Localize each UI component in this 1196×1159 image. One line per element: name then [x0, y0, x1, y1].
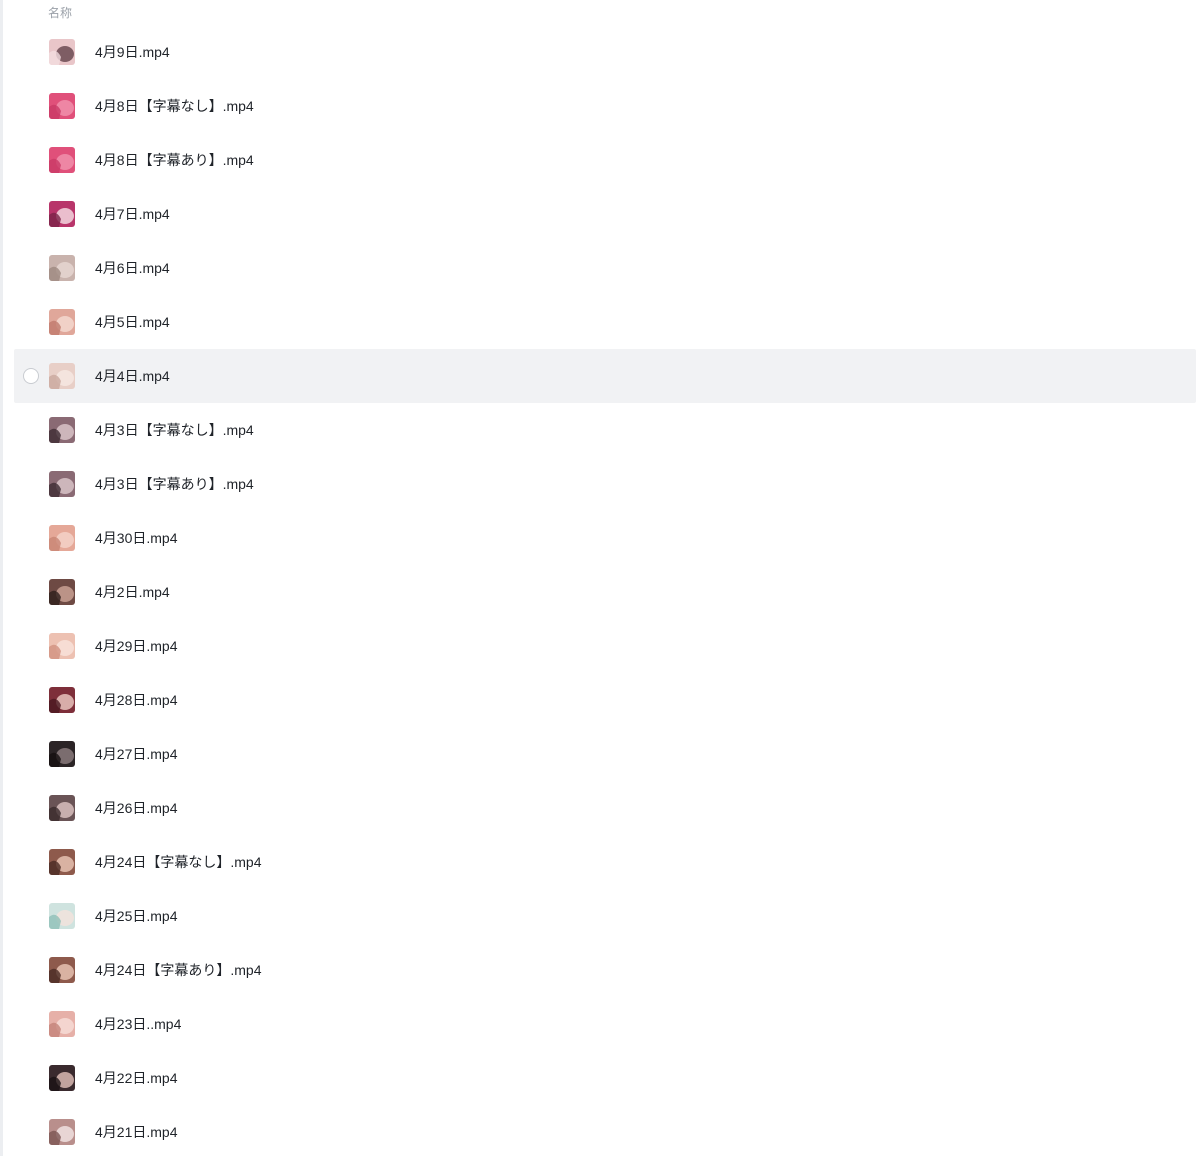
- file-row[interactable]: 4月3日【字幕なし】.mp4: [14, 403, 1196, 457]
- file-name[interactable]: 4月25日.mp4: [95, 907, 177, 925]
- file-row[interactable]: 4月30日.mp4: [14, 511, 1196, 565]
- file-name[interactable]: 4月21日.mp4: [95, 1123, 177, 1141]
- file-name[interactable]: 4月8日【字幕あり】.mp4: [95, 151, 254, 169]
- file-row[interactable]: 4月23日..mp4: [14, 997, 1196, 1051]
- video-thumbnail[interactable]: [49, 417, 75, 443]
- video-thumbnail[interactable]: [49, 795, 75, 821]
- file-row[interactable]: 4月5日.mp4: [14, 295, 1196, 349]
- file-name[interactable]: 4月2日.mp4: [95, 583, 170, 601]
- file-row[interactable]: 4月9日.mp4: [14, 25, 1196, 79]
- file-name[interactable]: 4月23日..mp4: [95, 1015, 181, 1033]
- video-thumbnail[interactable]: [49, 579, 75, 605]
- file-name[interactable]: 4月4日.mp4: [95, 367, 170, 385]
- file-name[interactable]: 4月28日.mp4: [95, 691, 177, 709]
- row-select-checkbox[interactable]: [23, 368, 39, 384]
- file-row[interactable]: 4月4日.mp4: [14, 349, 1196, 403]
- file-row[interactable]: 4月21日.mp4: [14, 1105, 1196, 1159]
- video-thumbnail[interactable]: [49, 1065, 75, 1091]
- video-thumbnail[interactable]: [49, 741, 75, 767]
- file-row[interactable]: 4月24日【字幕なし】.mp4: [14, 835, 1196, 889]
- file-name[interactable]: 4月24日【字幕あり】.mp4: [95, 961, 261, 979]
- file-name[interactable]: 4月30日.mp4: [95, 529, 177, 547]
- sidebar-divider: [0, 0, 3, 1156]
- file-row[interactable]: 4月7日.mp4: [14, 187, 1196, 241]
- file-row[interactable]: 4月8日【字幕なし】.mp4: [14, 79, 1196, 133]
- file-name[interactable]: 4月3日【字幕なし】.mp4: [95, 421, 254, 439]
- file-row[interactable]: 4月24日【字幕あり】.mp4: [14, 943, 1196, 997]
- video-thumbnail[interactable]: [49, 147, 75, 173]
- file-name[interactable]: 4月27日.mp4: [95, 745, 177, 763]
- video-thumbnail[interactable]: [49, 309, 75, 335]
- video-thumbnail[interactable]: [49, 1119, 75, 1145]
- video-thumbnail[interactable]: [49, 957, 75, 983]
- video-thumbnail[interactable]: [49, 363, 75, 389]
- video-thumbnail[interactable]: [49, 903, 75, 929]
- name-column-header[interactable]: 名称: [48, 4, 72, 22]
- file-name[interactable]: 4月6日.mp4: [95, 259, 170, 277]
- file-name[interactable]: 4月5日.mp4: [95, 313, 170, 331]
- file-name[interactable]: 4月26日.mp4: [95, 799, 177, 817]
- file-name[interactable]: 4月22日.mp4: [95, 1069, 177, 1087]
- file-name[interactable]: 4月3日【字幕あり】.mp4: [95, 475, 254, 493]
- video-thumbnail[interactable]: [49, 1011, 75, 1037]
- file-row[interactable]: 4月29日.mp4: [14, 619, 1196, 673]
- video-thumbnail[interactable]: [49, 849, 75, 875]
- video-thumbnail[interactable]: [49, 39, 75, 65]
- video-thumbnail[interactable]: [49, 687, 75, 713]
- file-list: 4月9日.mp4 4月8日【字幕なし】.mp4 4月8日【字幕あり】.mp4 4月7日…: [14, 25, 1196, 1159]
- video-thumbnail[interactable]: [49, 255, 75, 281]
- file-name[interactable]: 4月9日.mp4: [95, 43, 170, 61]
- file-name[interactable]: 4月24日【字幕なし】.mp4: [95, 853, 261, 871]
- file-row[interactable]: 4月8日【字幕あり】.mp4: [14, 133, 1196, 187]
- video-thumbnail[interactable]: [49, 633, 75, 659]
- video-thumbnail[interactable]: [49, 201, 75, 227]
- video-thumbnail[interactable]: [49, 93, 75, 119]
- file-row[interactable]: 4月6日.mp4: [14, 241, 1196, 295]
- file-row[interactable]: 4月3日【字幕あり】.mp4: [14, 457, 1196, 511]
- file-row[interactable]: 4月22日.mp4: [14, 1051, 1196, 1105]
- file-name[interactable]: 4月8日【字幕なし】.mp4: [95, 97, 254, 115]
- file-row[interactable]: 4月25日.mp4: [14, 889, 1196, 943]
- video-thumbnail[interactable]: [49, 525, 75, 551]
- file-row[interactable]: 4月26日.mp4: [14, 781, 1196, 835]
- video-thumbnail[interactable]: [49, 471, 75, 497]
- file-row[interactable]: 4月2日.mp4: [14, 565, 1196, 619]
- file-name[interactable]: 4月7日.mp4: [95, 205, 170, 223]
- file-name[interactable]: 4月29日.mp4: [95, 637, 177, 655]
- file-row[interactable]: 4月28日.mp4: [14, 673, 1196, 727]
- file-row[interactable]: 4月27日.mp4: [14, 727, 1196, 781]
